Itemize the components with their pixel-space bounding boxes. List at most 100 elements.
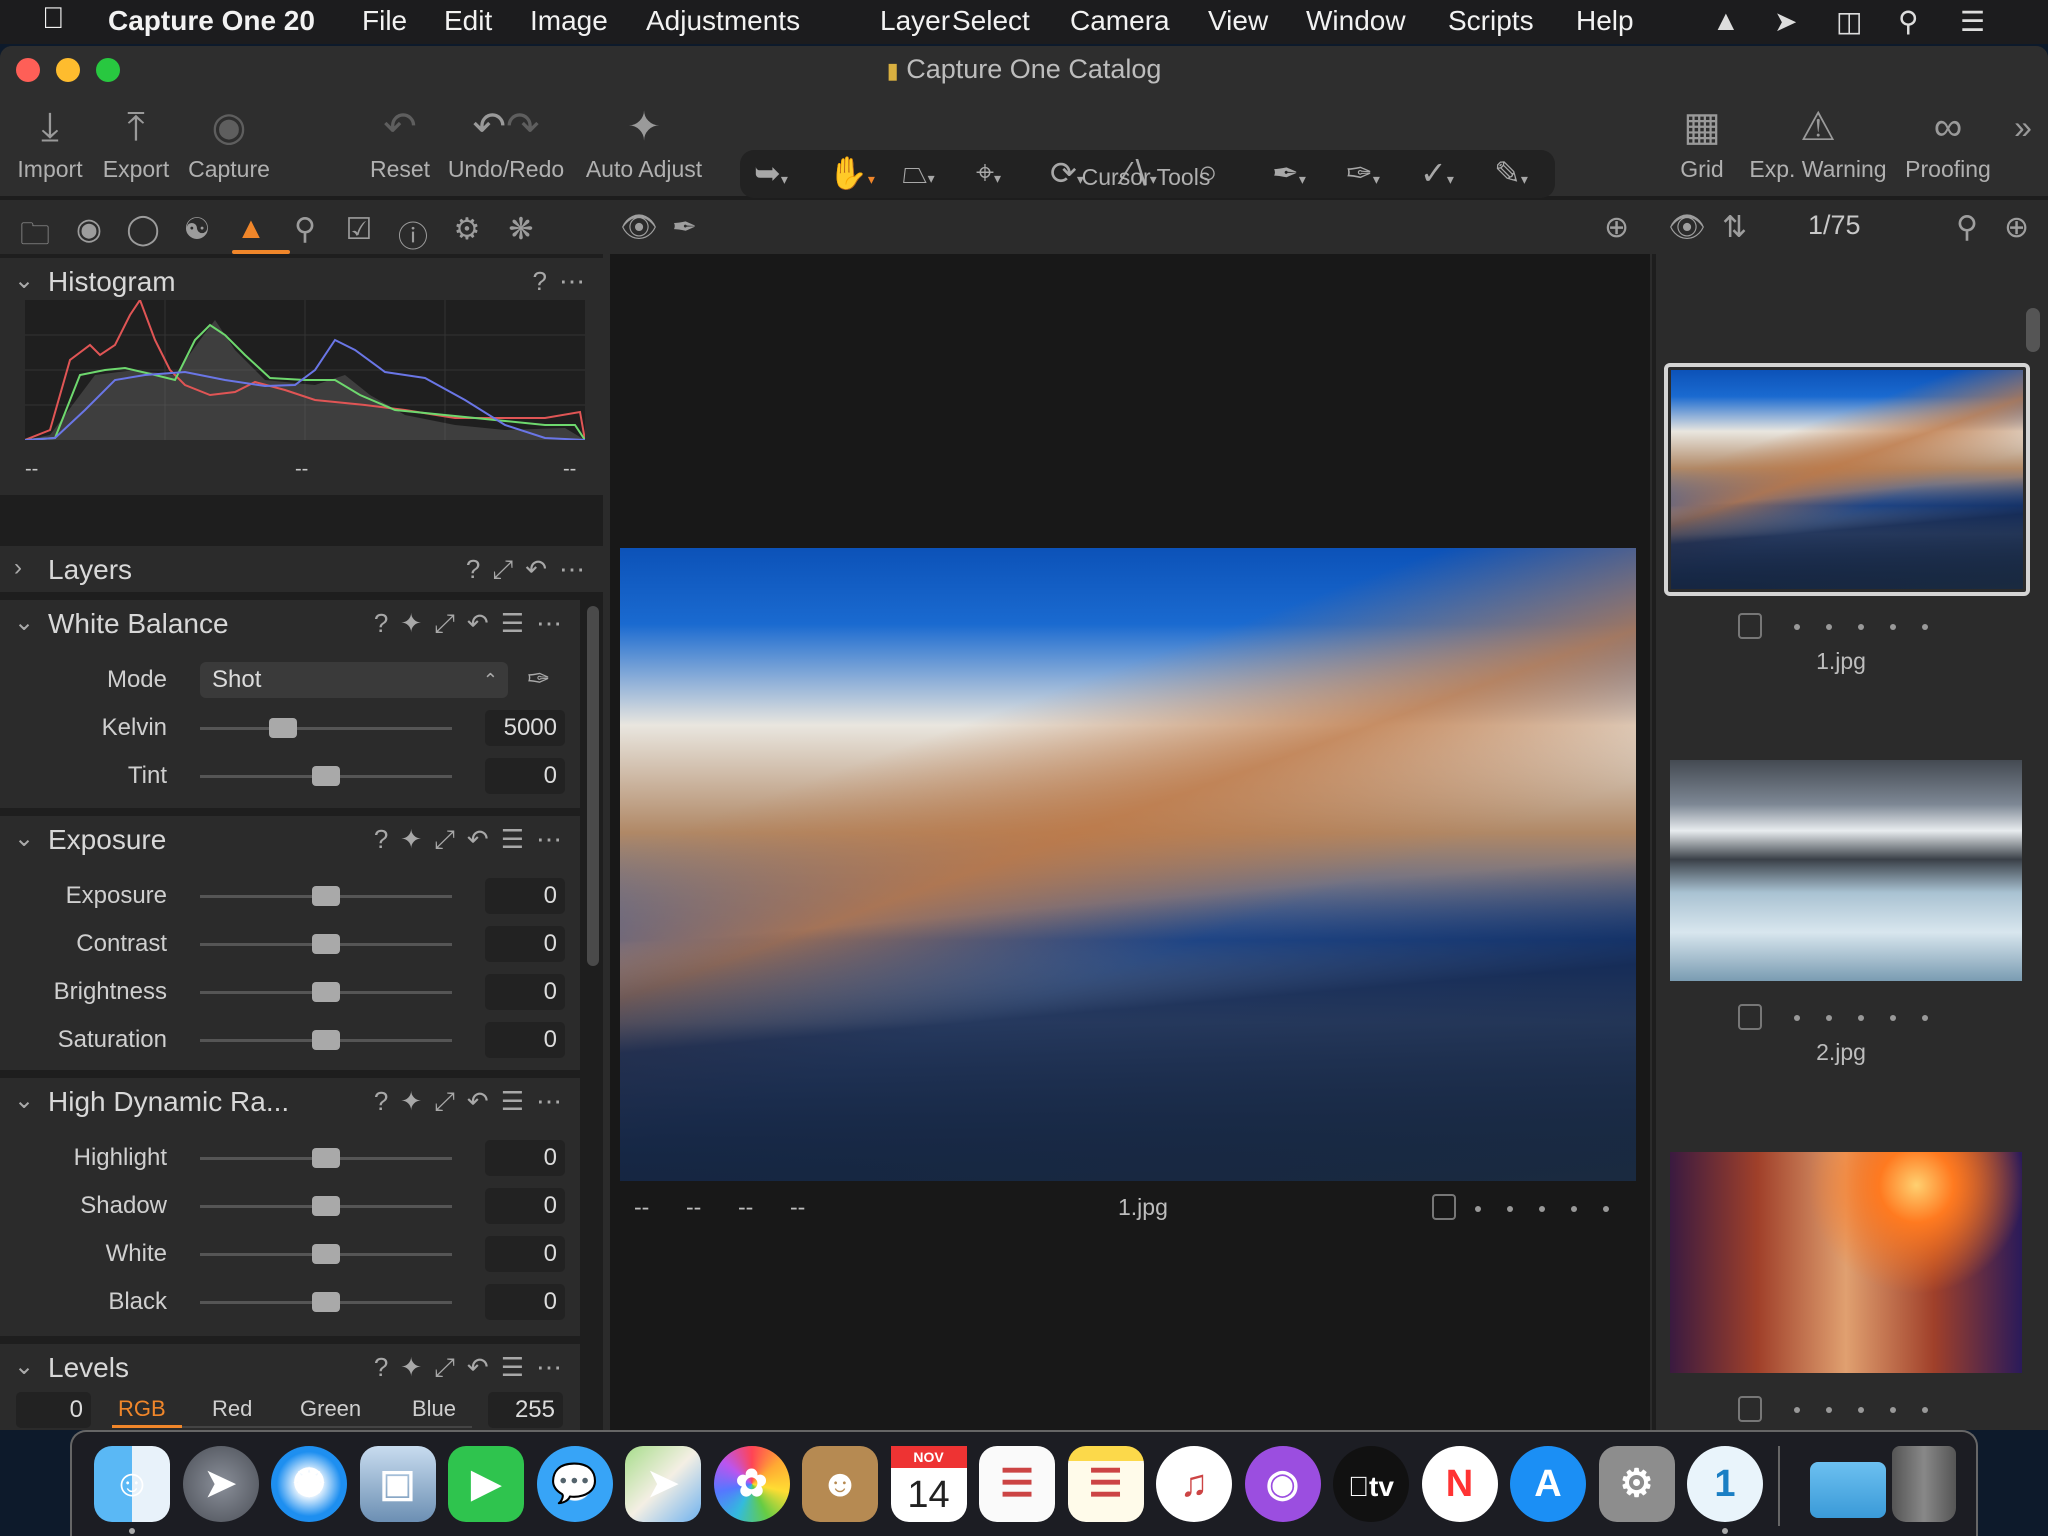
menu-scripts[interactable]: Scripts [1448,5,1534,37]
help-icon[interactable]: ? [374,1086,388,1118]
app-store-icon[interactable]: A [1510,1446,1586,1522]
more-icon[interactable]: ⋯ [536,608,562,640]
crop-icon[interactable]: ⌖▾ [976,154,1001,192]
expand-icon[interactable]: ⤢ [492,554,513,586]
levels-tab-blue[interactable]: Blue [412,1396,456,1422]
exposure-saturation-slider[interactable] [200,1030,452,1050]
levels-high-value[interactable]: 255 [488,1392,563,1428]
tool-panel-scrollbar[interactable] [587,606,599,966]
help-icon[interactable]: ? [374,1352,388,1384]
white-balance-mode-select[interactable]: Shot ⌃ [200,662,508,698]
menu-help[interactable]: Help [1576,5,1634,37]
downloads-folder-icon[interactable] [1810,1462,1886,1518]
location-arrow-icon[interactable]: ➤ [1774,5,1797,38]
reset-icon[interactable]: ↶ [467,1352,489,1384]
expand-icon[interactable]: ⤢ [434,824,455,856]
menu-image[interactable]: Image [530,5,608,37]
levels-tab-rgb[interactable]: RGB [118,1396,166,1422]
maps-icon[interactable]: ➤ [625,1446,701,1522]
more-icon[interactable]: ⋯ [559,266,585,297]
hdr-black-slider[interactable] [200,1292,452,1312]
capture-camera-icon[interactable]: ◉ [71,212,107,247]
exposure-exposure-value[interactable]: 0 [485,878,565,914]
more-icon[interactable]: ⋯ [536,1086,562,1118]
expand-icon[interactable]: ⤢ [434,608,455,640]
thumbnail-checkbox[interactable] [1738,1004,1762,1030]
zoom-in-icon[interactable]: ⊕ [2004,210,2029,245]
more-icon[interactable]: ⋯ [559,554,585,586]
metadata-info-icon[interactable]: ⓘ [395,212,431,256]
redo-icon[interactable]: ↷ [506,105,540,149]
lens-icon[interactable]: ◯ [125,212,161,247]
exposure-header[interactable]: ⌄ Exposure? ✦ ⤢ ↶ ☰ ⋯ [0,816,580,864]
slider-handle[interactable] [312,934,340,954]
reminders-icon[interactable]: ☰ [979,1446,1055,1522]
thumbnail-checkbox[interactable] [1738,1396,1762,1422]
help-icon[interactable]: ? [466,554,480,586]
levels-tab-red[interactable]: Red [212,1396,252,1422]
apple-menu-icon[interactable]:  [42,2,65,36]
brush-icon[interactable]: ✒ [672,210,697,245]
slider-handle[interactable] [312,982,340,1002]
menu-camera[interactable]: Camera [1070,5,1170,37]
eyedropper-icon[interactable]: ✑ [527,662,550,695]
reset-icon[interactable]: ↶ [467,608,489,640]
main-image[interactable] [620,548,1636,1181]
thumbnail-image[interactable] [1671,370,2023,589]
help-icon[interactable]: ? [374,608,388,640]
select-checkbox[interactable] [1432,1194,1456,1220]
grid-button[interactable]: ▦ Grid [1660,96,1744,200]
exposure-icon[interactable]: ▲ [233,212,269,246]
hdr-highlight-value[interactable]: 0 [485,1140,565,1176]
undo-icon[interactable]: ↶ [472,105,506,149]
calendar-icon[interactable]: NOV 14 [890,1446,967,1522]
news-icon[interactable]: N [1421,1446,1498,1522]
thumbnail-checkbox[interactable] [1738,613,1762,639]
preview-icon[interactable]: ▣ [359,1446,436,1522]
sort-icon[interactable]: ⇅ [1722,210,1747,245]
control-center-list-icon[interactable]: ☰ [1960,5,1985,38]
launchpad-icon[interactable]: ➤ [182,1446,259,1522]
hdr-shadow-slider[interactable] [200,1196,452,1216]
safari-icon[interactable]: ❂ [271,1446,347,1522]
presets-icon[interactable]: ☰ [501,1352,524,1384]
chevron-down-icon[interactable]: ⌄ [14,1086,34,1115]
white_balance-kelvin-value[interactable]: 5000 [485,710,565,746]
slider-handle[interactable] [312,766,340,786]
thumbnail-image[interactable] [1670,1152,2022,1373]
slider-handle[interactable] [312,1196,340,1216]
slider-handle[interactable] [312,886,340,906]
zoom-in-icon[interactable]: ⊕ [1604,210,1629,245]
reset-icon[interactable]: ↶ [525,554,547,586]
thumbnail-selected-frame[interactable] [1664,363,2030,596]
toolbar-overflow-button[interactable]: » [2008,96,2038,200]
browser-scrollbar[interactable] [2026,308,2040,352]
slider-handle[interactable] [312,1030,340,1050]
layers-header[interactable]: › Layers ? ⤢ ↶ ⋯ [0,546,603,594]
more-icon[interactable]: ⋯ [536,1352,562,1384]
exposure-contrast-slider[interactable] [200,934,452,954]
menu-window[interactable]: Window [1306,5,1406,37]
more-icon[interactable]: ⋯ [536,824,562,856]
pencil-icon[interactable]: ✎▾ [1494,154,1528,192]
output-gear-icon[interactable]: ⚙ [449,212,485,247]
notes-icon[interactable]: ☰ [1067,1446,1144,1522]
presets-icon[interactable]: ☰ [501,824,524,856]
import-button[interactable]: ⤓ Import [10,96,90,200]
thumbnail-star-rating[interactable] [1794,1015,1928,1021]
trash-icon[interactable] [1892,1446,1956,1522]
expand-icon[interactable]: ⤢ [434,1086,455,1118]
chevron-right-icon[interactable]: › [14,554,22,582]
messages-icon[interactable]: 💬 [536,1446,613,1522]
hdr-highlight-slider[interactable] [200,1148,452,1168]
facetime-icon[interactable]: ▶ [448,1446,524,1522]
adjustments-clipboard-icon[interactable]: ☑ [341,212,377,247]
displays-icon[interactable]: ◫ [1836,5,1862,38]
1password-icon[interactable]: 1 [1687,1446,1763,1522]
exposure-saturation-value[interactable]: 0 [485,1022,565,1058]
podcasts-icon[interactable]: ◉ [1244,1446,1321,1522]
details-loupe-icon[interactable]: ⚲ [287,212,323,247]
apple-tv-icon[interactable]: tv [1333,1446,1409,1522]
white_balance-header[interactable]: ⌄ White Balance? ✦ ⤢ ↶ ☰ ⋯ [0,600,580,648]
system-preferences-icon[interactable]: ⚙ [1598,1446,1675,1522]
